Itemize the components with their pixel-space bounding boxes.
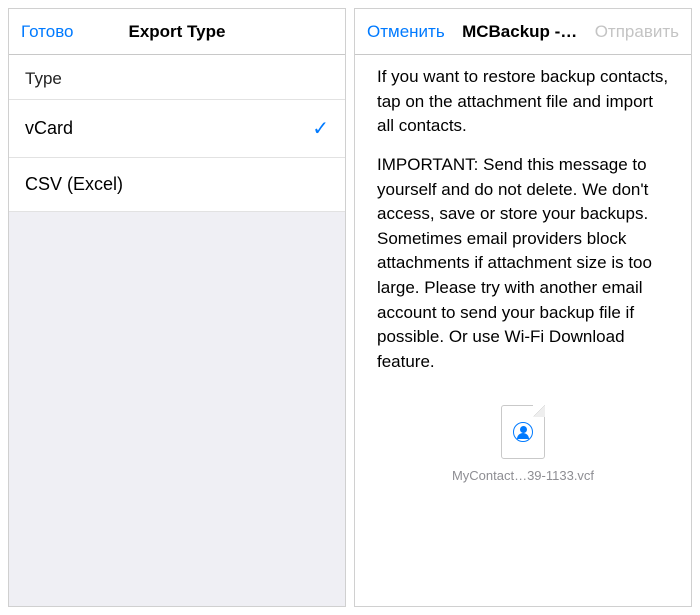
left-body: Type vCard ✓ CSV (Excel) xyxy=(9,55,345,606)
app-container: Готово Export Type Type vCard ✓ CSV (Exc… xyxy=(8,8,692,607)
row-vcard-label: vCard xyxy=(25,118,73,139)
send-button[interactable]: Отправить xyxy=(595,22,679,42)
mail-body[interactable]: If you want to restore backup contacts, … xyxy=(355,55,691,606)
mail-compose-panel: Отменить MCBackup -… Отправить If you wa… xyxy=(354,8,692,607)
export-type-panel: Готово Export Type Type vCard ✓ CSV (Exc… xyxy=(8,8,346,607)
cancel-button[interactable]: Отменить xyxy=(367,22,445,42)
row-vcard[interactable]: vCard ✓ xyxy=(9,100,345,158)
row-csv-label: CSV (Excel) xyxy=(25,174,123,195)
contact-icon xyxy=(513,422,533,442)
type-section-header: Type xyxy=(9,55,345,100)
right-navbar: Отменить MCBackup -… Отправить xyxy=(355,9,691,55)
left-navbar: Готово Export Type xyxy=(9,9,345,55)
right-nav-title: MCBackup -… xyxy=(445,22,595,42)
attachment-filename: MyContact…39-1133.vcf xyxy=(452,467,594,486)
row-csv[interactable]: CSV (Excel) xyxy=(9,158,345,212)
done-button[interactable]: Готово xyxy=(21,22,91,42)
vcf-file-icon xyxy=(501,405,545,459)
mail-paragraph-1: If you want to restore backup contacts, … xyxy=(377,65,669,139)
left-nav-title: Export Type xyxy=(91,22,263,42)
checkmark-icon: ✓ xyxy=(312,116,329,141)
mail-paragraph-2: IMPORTANT: Send this message to yourself… xyxy=(377,153,669,375)
attachment[interactable]: MyContact…39-1133.vcf xyxy=(377,405,669,486)
